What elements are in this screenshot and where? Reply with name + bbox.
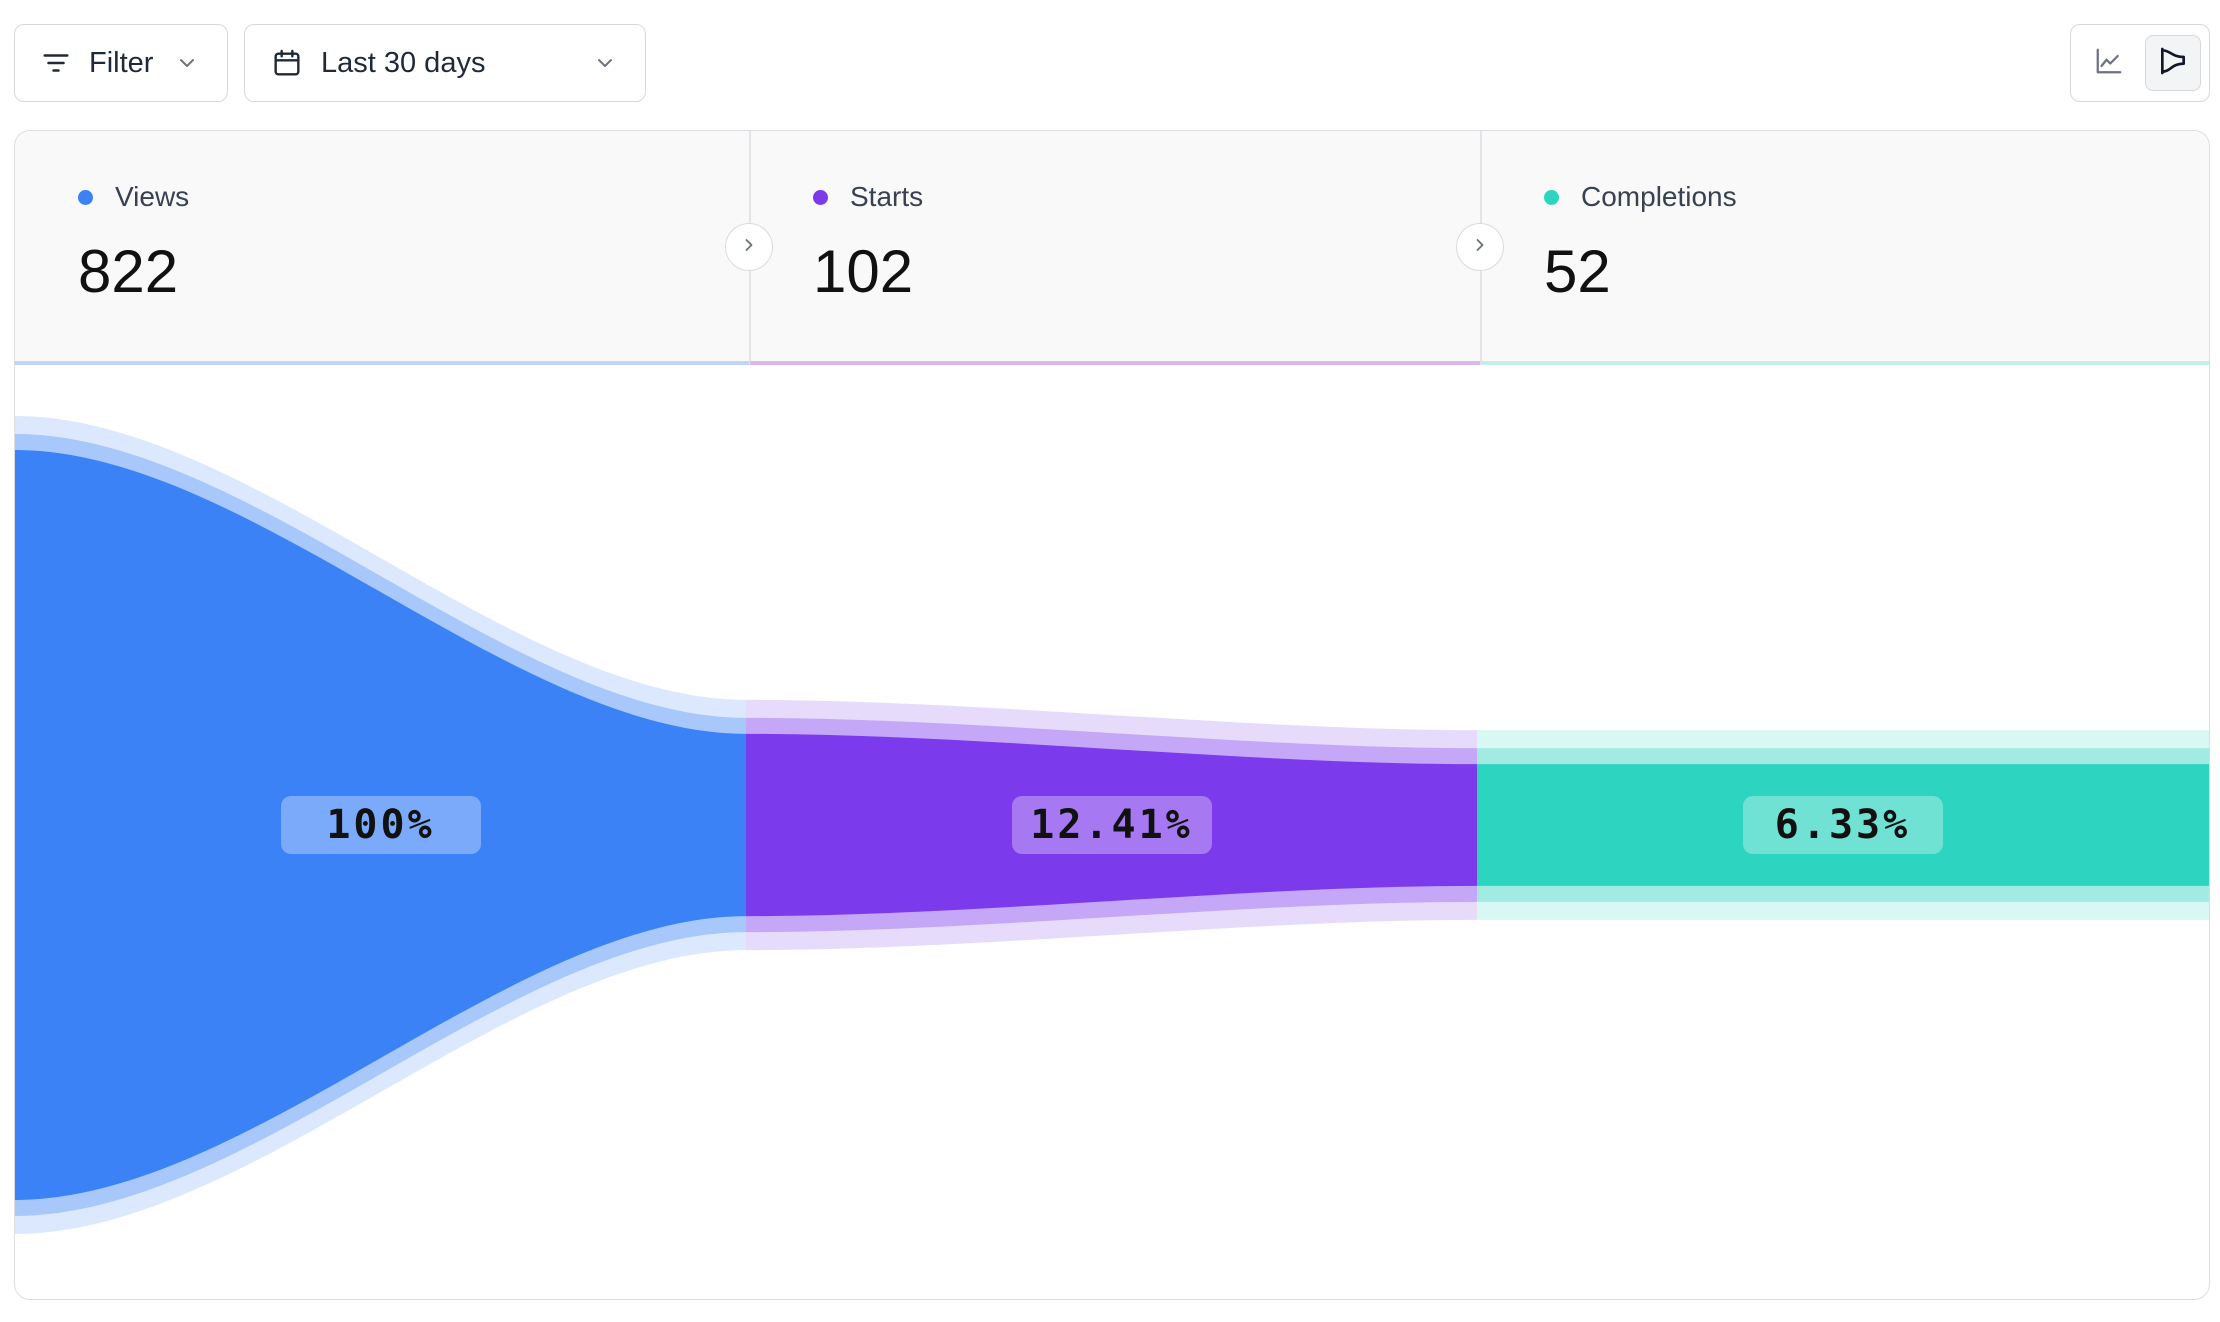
filter-label: Filter — [89, 46, 154, 79]
step-value: 102 — [813, 238, 914, 305]
funnel-card: Views 822 Starts 102 Completions 52 100%… — [14, 130, 2210, 1300]
date-range-label: Last 30 days — [321, 46, 486, 79]
step-name: Views — [115, 181, 190, 212]
filter-icon — [41, 48, 71, 78]
view-toggle — [2070, 24, 2210, 102]
step-value: 822 — [78, 238, 179, 305]
percent-badge-starts: 12.41% — [1011, 796, 1212, 854]
chevron-right-icon — [739, 235, 759, 260]
chevron-right-icon — [1470, 235, 1490, 260]
funnel-view-button[interactable] — [2145, 35, 2201, 91]
line-chart-icon — [2094, 46, 2124, 81]
date-range-select[interactable]: Last 30 days — [244, 24, 646, 102]
next-step-arrow — [725, 223, 773, 271]
completions-dot — [1544, 189, 1559, 205]
step-completions[interactable]: Completions 52 — [1481, 131, 2209, 365]
calendar-icon — [271, 47, 303, 79]
percent-badge-views: 100% — [280, 796, 481, 854]
funnel-steps-header: Views 822 Starts 102 Completions 52 — [15, 131, 2209, 365]
next-step-arrow — [1456, 223, 1504, 271]
views-dot — [78, 189, 93, 205]
funnel-icon — [2157, 45, 2189, 82]
step-starts[interactable]: Starts 102 — [750, 131, 1481, 365]
percent-badge-completions: 6.33% — [1742, 796, 1943, 854]
step-name: Starts — [850, 181, 924, 212]
chevron-down-icon — [175, 51, 199, 75]
step-value: 52 — [1544, 238, 1611, 305]
line-chart-view-button[interactable] — [2081, 35, 2137, 91]
chevron-down-icon — [593, 51, 617, 75]
step-name: Completions — [1581, 181, 1737, 212]
filter-button[interactable]: Filter — [14, 24, 228, 102]
starts-dot — [813, 189, 828, 205]
step-views[interactable]: Views 822 — [15, 131, 749, 365]
